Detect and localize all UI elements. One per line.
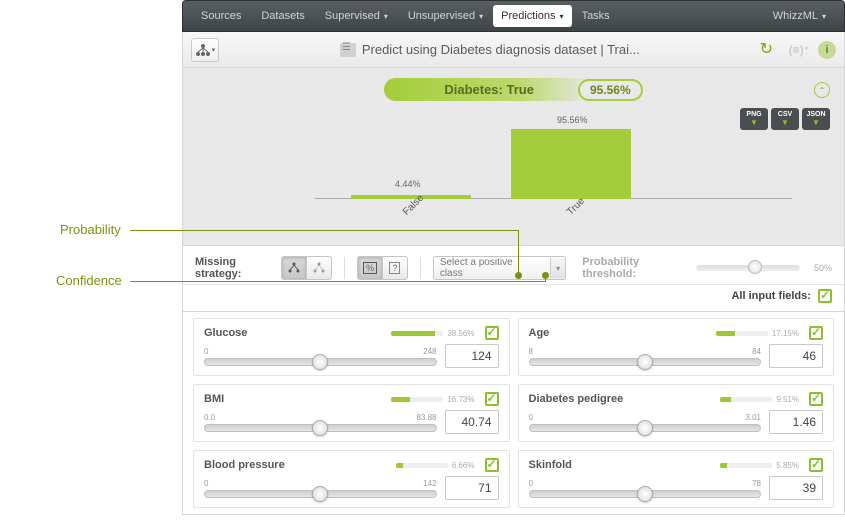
- importance-value: 9.51%: [776, 395, 799, 404]
- field-value-input[interactable]: [769, 344, 823, 368]
- importance-bar: [391, 331, 443, 336]
- top-nav: SourcesDatasetsSupervised▾Unsupervised▾P…: [182, 0, 845, 32]
- importance-bar: [716, 331, 768, 336]
- prediction-pill: Diabetes: True: [384, 78, 594, 101]
- field-name: Skinfold: [529, 459, 572, 471]
- field-value-input[interactable]: [769, 476, 823, 500]
- field-card-bmi: BMI 16.73% 0.0 83.88: [193, 384, 510, 442]
- bar-pct-true: 95.56%: [557, 115, 588, 125]
- field-card-skinfold: Skinfold 5.85% 0 78: [518, 450, 835, 508]
- field-slider[interactable]: [204, 358, 437, 366]
- field-enable-checkbox[interactable]: [809, 458, 823, 472]
- reload-icon[interactable]: ↻: [760, 39, 782, 61]
- field-min: 0: [529, 479, 533, 488]
- field-slider[interactable]: [529, 424, 762, 432]
- positive-class-select[interactable]: Select a positive class▾: [433, 256, 566, 280]
- field-name: BMI: [204, 393, 224, 405]
- field-min: 0: [529, 413, 533, 422]
- field-max: 78: [752, 479, 761, 488]
- importance-value: 6.66%: [452, 461, 475, 470]
- field-value-input[interactable]: [769, 410, 823, 434]
- tree-view-icon[interactable]: ▾: [191, 38, 219, 62]
- missing-strategy-toggle: [281, 256, 332, 280]
- probability-btn[interactable]: %: [357, 256, 383, 280]
- field-min: 0: [204, 479, 208, 488]
- field-card-diabetes-pedigree: Diabetes pedigree 9.51% 0 3.01: [518, 384, 835, 442]
- nav-predictions[interactable]: Predictions▾: [493, 5, 571, 27]
- nav-datasets[interactable]: Datasets: [251, 0, 314, 32]
- all-inputs-row: All input fields:: [182, 285, 845, 312]
- field-slider[interactable]: [529, 358, 762, 366]
- chart-panel: Diabetes: True 95.56% ⌃ PNG▼CSV▼JSON▼ 4.…: [182, 68, 845, 246]
- field-value-input[interactable]: [445, 344, 499, 368]
- field-slider[interactable]: [204, 490, 437, 498]
- bar-pct-false: 4.44%: [395, 179, 421, 189]
- field-enable-checkbox[interactable]: [485, 392, 499, 406]
- field-max: 142: [423, 479, 436, 488]
- field-value-input[interactable]: [445, 410, 499, 434]
- external-annotations: Probability Confidence: [0, 0, 182, 521]
- nav-supervised[interactable]: Supervised▾: [315, 0, 398, 32]
- field-enable-checkbox[interactable]: [485, 458, 499, 472]
- collapse-icon[interactable]: ⌃: [814, 82, 830, 98]
- prediction-pct: 95.56%: [578, 79, 643, 101]
- threshold-value: 50%: [814, 263, 832, 273]
- field-max: 248: [423, 347, 436, 356]
- field-min: 0: [204, 347, 208, 356]
- field-enable-checkbox[interactable]: [809, 392, 823, 406]
- formula-icon[interactable]: (≡)⁺: [789, 43, 810, 57]
- field-name: Blood pressure: [204, 459, 285, 471]
- info-icon[interactable]: i: [818, 41, 836, 59]
- importance-value: 16.73%: [447, 395, 474, 404]
- field-name: Glucose: [204, 327, 247, 339]
- importance-bar: [396, 463, 448, 468]
- probability-confidence-toggle: % ?: [357, 256, 408, 280]
- bar-label-true: True: [565, 196, 587, 218]
- controls-bar: Missing strategy: % ? Select a positive …: [182, 246, 845, 285]
- threshold-label: Probability threshold:: [582, 256, 680, 280]
- all-inputs-checkbox[interactable]: [818, 289, 832, 303]
- input-fields-grid: Glucose 38.56% 0 248 Age 17.15% 8 84 BMI 16.73% 0.…: [182, 312, 845, 515]
- confidence-btn[interactable]: ?: [382, 256, 408, 280]
- threshold-slider[interactable]: [696, 265, 800, 271]
- importance-bar: [720, 397, 772, 402]
- field-slider[interactable]: [529, 490, 762, 498]
- nav-tasks[interactable]: Tasks: [572, 0, 620, 32]
- importance-value: 17.15%: [772, 329, 799, 338]
- missing-strategy-label: Missing strategy:: [195, 256, 273, 280]
- field-name: Age: [529, 327, 550, 339]
- field-slider[interactable]: [204, 424, 437, 432]
- field-name: Diabetes pedigree: [529, 393, 624, 405]
- field-max: 84: [752, 347, 761, 356]
- field-card-age: Age 17.15% 8 84: [518, 318, 835, 376]
- bar-chart: 4.44% 95.56% False True: [195, 109, 832, 219]
- importance-value: 5.85%: [776, 461, 799, 470]
- nav-sources[interactable]: Sources: [191, 0, 251, 32]
- page-title: Predict using Diabetes diagnosis dataset…: [223, 42, 757, 58]
- annotation-confidence: Confidence: [56, 273, 122, 288]
- nav-unsupervised[interactable]: Unsupervised▾: [398, 0, 493, 32]
- field-max: 83.88: [416, 413, 436, 422]
- importance-value: 38.56%: [447, 329, 474, 338]
- field-card-blood-pressure: Blood pressure 6.66% 0 142: [193, 450, 510, 508]
- field-enable-checkbox[interactable]: [809, 326, 823, 340]
- field-min: 8: [529, 347, 533, 356]
- field-min: 0.0: [204, 413, 215, 422]
- list-icon: [340, 43, 356, 57]
- missing-last-btn[interactable]: [281, 256, 307, 280]
- annotation-probability: Probability: [60, 222, 121, 237]
- field-max: 3.01: [745, 413, 761, 422]
- missing-proportional-btn[interactable]: [306, 256, 332, 280]
- field-enable-checkbox[interactable]: [485, 326, 499, 340]
- field-card-glucose: Glucose 38.56% 0 248: [193, 318, 510, 376]
- importance-bar: [391, 397, 443, 402]
- field-value-input[interactable]: [445, 476, 499, 500]
- nav-whizzml[interactable]: WhizzML▾: [763, 0, 836, 32]
- page-toolbar: ▾ Predict using Diabetes diagnosis datas…: [182, 32, 845, 68]
- importance-bar: [720, 463, 772, 468]
